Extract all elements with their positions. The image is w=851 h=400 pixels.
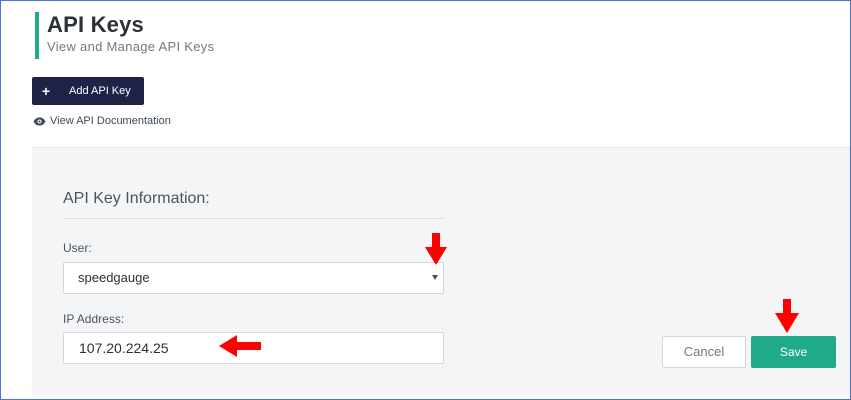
save-button[interactable]: Save: [751, 336, 836, 368]
add-api-key-button[interactable]: + Add API Key: [32, 77, 144, 105]
ip-address-label: IP Address:: [63, 312, 125, 326]
plus-icon: +: [41, 83, 51, 99]
page-header: API Keys View and Manage API Keys: [35, 12, 214, 59]
page-subtitle: View and Manage API Keys: [47, 39, 215, 54]
caret-down-icon: [432, 275, 438, 280]
annotation-arrow-left-ip: [219, 335, 261, 357]
user-select-value: speedgauge: [78, 270, 150, 285]
section-divider: [63, 218, 444, 219]
cancel-button[interactable]: Cancel: [662, 336, 746, 368]
view-api-documentation-label: View API Documentation: [50, 115, 171, 127]
app-window: API Keys View and Manage API Keys + Add …: [0, 0, 851, 400]
annotation-arrow-down-save: [775, 299, 799, 333]
section-title: API Key Information:: [63, 190, 210, 207]
user-label: User:: [63, 241, 92, 255]
page-title: API Keys: [47, 12, 144, 37]
user-select[interactable]: speedgauge: [63, 262, 444, 294]
ip-address-value: 107.20.224.25: [79, 340, 169, 356]
view-api-documentation-link[interactable]: View API Documentation: [33, 113, 171, 129]
add-api-key-label: Add API Key: [69, 85, 131, 97]
eye-icon: [33, 117, 46, 125]
api-key-form-panel: API Key Information: User: speedgauge IP…: [32, 147, 850, 395]
annotation-arrow-down-user: [425, 233, 447, 265]
